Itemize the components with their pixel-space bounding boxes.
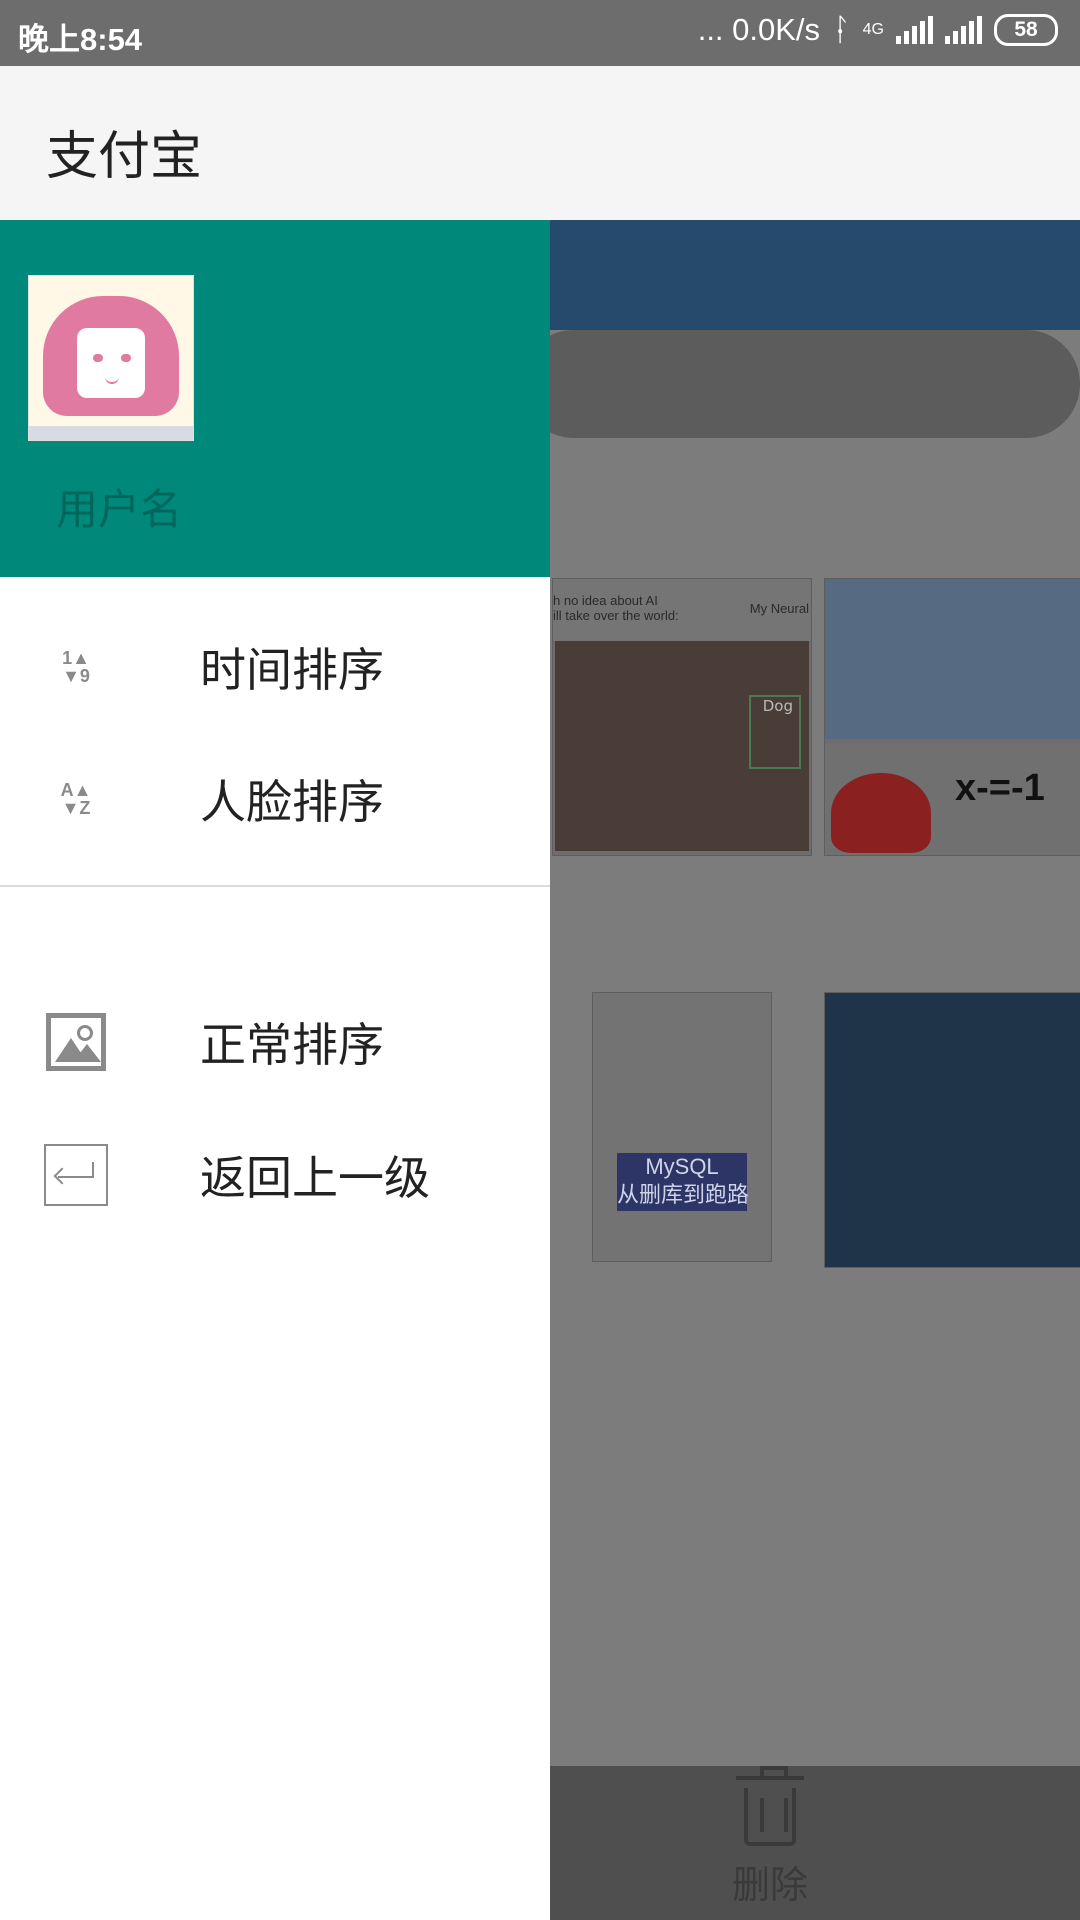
menu-item-face-sort[interactable]: A▲ ▼Z 人脸排序 [0,734,550,864]
menu-item-time-sort[interactable]: 1▲ ▼9 时间排序 [0,602,550,732]
avatar[interactable] [28,275,194,441]
photo-thumbnail: x-=-1 [824,578,1080,856]
menu-item-label: 正常排序 [200,1018,384,1072]
menu-item-normal-sort[interactable]: 正常排序 [0,977,550,1107]
thumb-caption-left: h no idea about AI ill take over the wor… [553,593,679,623]
menu-item-label: 人脸排序 [200,775,384,829]
book-title: MySQL 从删库到跑路 [617,1153,749,1211]
drawer-header: 用户名 [0,220,550,577]
sort-numeric-icon: 1▲ ▼9 [62,648,90,686]
signal-icon [896,16,933,44]
navigation-drawer: 用户名 1▲ ▼9 时间排序 A▲ ▼Z 人脸排序 正常排序 返回上一级 [0,220,550,1920]
battery-icon: 58 [994,14,1058,46]
menu-item-label: 返回上一级 [200,1151,430,1205]
divider [0,885,550,887]
delete-button[interactable]: 删除 [700,1766,840,1908]
app-title: 支付宝 [46,127,203,187]
status-bar: 晚上8:54 ... 0.0K/s ᛛ 4G 58 [0,0,1080,66]
thumb-caption-right: My Neural [749,601,809,616]
network-type: 4G [862,21,884,38]
signal-icon-2 [945,16,982,44]
app-bar: 支付宝 [0,66,1080,220]
photo-thumbnail [824,992,1080,1268]
thumb-tag: Dog [762,697,793,715]
photo-thumbnail: MySQL 从删库到跑路 [592,992,772,1262]
menu-item-label: 时间排序 [200,643,384,697]
search-bar [520,330,1080,438]
return-icon [42,1142,110,1208]
delete-label: 删除 [731,1863,808,1907]
bluetooth-icon: ᛛ [832,12,851,47]
trash-icon [736,1766,804,1846]
photo-thumbnail: h no idea about AI ill take over the wor… [552,578,812,856]
status-time: 晚上8:54 [18,22,143,57]
menu-item-back[interactable]: 返回上一级 [0,1110,550,1240]
network-speed: ... 0.0K/s [697,12,821,47]
sort-alpha-icon: A▲ ▼Z [60,780,92,818]
image-icon [42,1009,110,1075]
thumb-text: x-=-1 [955,767,1045,809]
status-indicators: ... 0.0K/s ᛛ 4G 58 [698,12,1058,48]
username: 用户名 [56,485,183,534]
